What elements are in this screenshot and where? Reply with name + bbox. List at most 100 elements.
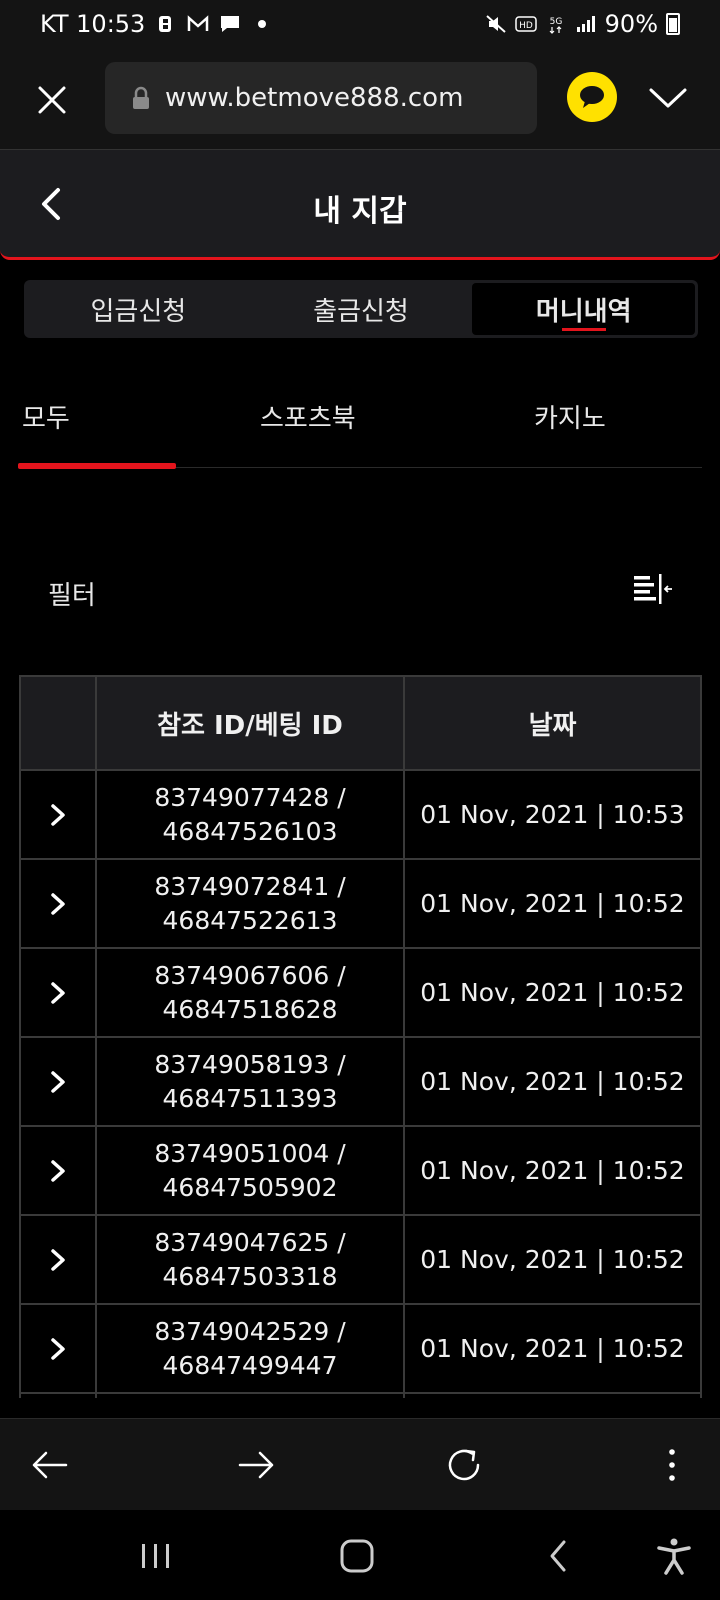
system-back-icon[interactable] [540,1536,580,1576]
status-left: KT 10:53 [40,10,273,38]
system-nav [0,1510,720,1600]
signal-icon [576,16,595,32]
category-tabs: 모두 스포츠북 카지노 [18,370,702,469]
expand-cell[interactable] [19,947,97,1038]
bet-id: 46847499447 [162,1350,338,1380]
status-bar: KT 10:53 HD 5G 90% [0,0,720,48]
tab-money-history[interactable]: 머니내역 [472,283,696,335]
date-cell: 01 Nov, 2021 | 10:52 [403,1303,702,1394]
m-icon [188,15,209,31]
chevron-right-icon[interactable] [46,1067,70,1097]
date-cell: 01 Nov, 2021 | 10:52 [403,947,702,1038]
chevron-right-icon[interactable] [46,1334,70,1364]
ref-id: 83749072841 / [154,871,346,901]
date-cell: 01 Nov, 2021 | 10:52 [403,1214,702,1305]
battery-icon [666,13,680,35]
svg-text:5G: 5G [549,17,562,27]
ref-id-cell: 83749067606 / 46847518628 [95,947,405,1038]
subtab-sportsbook[interactable]: 스포츠북 [260,398,356,435]
table-row[interactable]: 83749077428 / 46847526103 01 Nov, 2021 | … [19,769,702,860]
ref-id-cell: 83749051004 / 46847505902 [95,1125,405,1216]
chevron-right-icon[interactable] [46,1245,70,1275]
recents-icon[interactable] [136,1536,176,1576]
bet-id: 46847511393 [162,1083,338,1113]
accessibility-icon[interactable] [654,1536,694,1576]
expand-cell[interactable] [19,858,97,949]
carrier-time: KT 10:53 [40,10,146,38]
tab-deposit[interactable]: 입금신청 [27,283,250,335]
bet-id: 46847518628 [162,994,338,1024]
date-cell: 01 Nov, 2021 | 10:52 [403,1036,702,1127]
url-bar[interactable]: www.betmove888.com [105,62,537,134]
ref-id: 83749042529 / [154,1316,346,1346]
tab-withdraw[interactable]: 출금신청 [250,283,473,335]
expand-cell[interactable] [19,1214,97,1305]
home-icon[interactable] [338,1536,378,1576]
ref-id-cell: 83749077428 / 46847526103 [95,769,405,860]
page-header: 내 지갑 [0,150,720,260]
ref-id: 83749051004 / [154,1138,346,1168]
ref-id-cell: 83749047625 / 46847503318 [95,1214,405,1305]
bet-id: 46847526103 [162,816,338,846]
ref-id: 83749067606 / [154,960,346,990]
kakao-button[interactable] [567,72,617,122]
table-row[interactable]: 83749067606 / 46847518628 01 Nov, 2021 | … [19,947,702,1038]
ref-id: 83749047625 / [154,1227,346,1257]
table-row[interactable]: 83749042529 / 46847499447 01 Nov, 2021 | … [19,1303,702,1394]
browser-nav [0,1418,720,1510]
table-row[interactable]: 83749047625 / 46847503318 01 Nov, 2021 | … [19,1214,702,1305]
bet-id: 46847503318 [162,1261,338,1291]
back-icon[interactable] [28,1443,72,1487]
filter-label: 필터 [48,581,96,611]
wallet-tabs: 입금신청 출금신청 머니내역 [24,280,698,338]
close-icon[interactable] [30,78,74,122]
table-row-partial [19,1392,702,1398]
expand-cell[interactable] [19,1125,97,1216]
table-row[interactable]: 83749051004 / 46847505902 01 Nov, 2021 | … [19,1125,702,1216]
battery-percent: 90% [604,10,658,38]
mute-icon [485,15,506,33]
chevron-down-icon[interactable] [645,78,691,118]
ref-id-cell: 83749072841 / 46847522613 [95,858,405,949]
ref-id: 83749077428 / [154,782,346,812]
browser-bar: www.betmove888.com [0,48,720,150]
expand-cell[interactable] [19,1036,97,1127]
chevron-right-icon[interactable] [46,889,70,919]
filter-toggle-icon[interactable] [632,572,674,608]
table-row[interactable]: 83749072841 / 46847522613 01 Nov, 2021 | … [19,858,702,949]
chevron-right-icon[interactable] [46,800,70,830]
table-row[interactable]: 83749058193 / 46847511393 01 Nov, 2021 | … [19,1036,702,1127]
chevron-right-icon[interactable] [46,1156,70,1186]
date-cell: 01 Nov, 2021 | 10:52 [403,858,702,949]
chevron-right-icon[interactable] [46,978,70,1008]
header-ref-id: 참조 ID/베팅 ID [95,675,405,771]
active-tab-indicator [18,463,176,469]
status-right: HD 5G 90% [485,10,680,38]
history-table: 참조 ID/베팅 ID 날짜 83749077428 / 46847526103 … [19,675,702,1398]
bet-id: 46847522613 [162,905,338,935]
hd-icon: HD [514,16,537,32]
subtab-casino[interactable]: 카지노 [534,398,606,435]
url-text: www.betmove888.com [165,83,464,113]
ref-id: 83749058193 / [154,1049,346,1079]
b-icon [159,16,172,32]
expand-cell[interactable] [19,769,97,860]
ref-id-cell: 83749058193 / 46847511393 [95,1036,405,1127]
header-expand [19,675,97,771]
table-header-row: 참조 ID/베팅 ID 날짜 [19,675,702,771]
5g-icon: 5G [549,17,562,34]
reload-icon[interactable] [442,1443,486,1487]
more-menu-icon[interactable] [650,1443,694,1487]
page-title: 내 지갑 [313,194,407,229]
date-cell: 01 Nov, 2021 | 10:52 [403,1125,702,1216]
header-date: 날짜 [403,675,702,771]
chat-icon [221,16,240,32]
date-cell: 01 Nov, 2021 | 10:53 [403,769,702,860]
forward-icon[interactable] [234,1443,278,1487]
subtab-all[interactable]: 모두 [22,398,70,435]
bet-id: 46847505902 [162,1172,338,1202]
svg-text:HD: HD [519,21,533,31]
ref-id-cell: 83749042529 / 46847499447 [95,1303,405,1394]
kakao-chat-icon [580,86,604,108]
expand-cell[interactable] [19,1303,97,1394]
